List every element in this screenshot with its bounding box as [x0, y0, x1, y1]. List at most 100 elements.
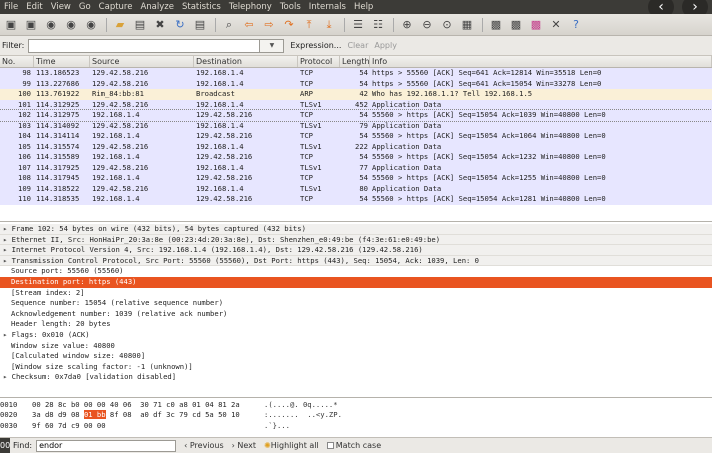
detail-row[interactable]: Frame 102: 54 bytes on wire (432 bits), … — [0, 224, 712, 235]
zoom-out-icon[interactable]: ⊖ — [418, 17, 436, 33]
go-to-packet-icon[interactable]: ↷ — [280, 17, 298, 33]
detail-row[interactable]: Ethernet II, Src: HonHaiPr_20:3a:8e (00:… — [0, 234, 712, 246]
detail-row[interactable]: Acknowledgement number: 1039 (relative a… — [0, 309, 712, 320]
filter-dropdown-icon[interactable]: ▼ — [260, 38, 285, 53]
byte-ascii[interactable]: :....... ..<y.ZP. — [264, 410, 384, 420]
table-row[interactable]: 110 114.318535 192.168.1.4 129.42.58.216 TCP… — [0, 194, 712, 205]
open-file-icon[interactable]: ▰ — [111, 17, 129, 33]
filter-input[interactable] — [28, 38, 261, 53]
detail-row[interactable]: Internet Protocol Version 4, Src: 192.16… — [0, 245, 712, 256]
reload-icon[interactable]: ↻ — [171, 17, 189, 33]
column-protocol[interactable]: Protocol — [298, 56, 340, 67]
menu-item-file[interactable]: File — [0, 2, 22, 12]
byte-hex[interactable]: 9f 60 7d c9 00 00 — [32, 421, 264, 431]
preferences-icon[interactable]: ✕ — [547, 17, 565, 33]
menu-item-help[interactable]: Help — [350, 2, 377, 12]
cell-src: 129.42.58.216 — [92, 120, 149, 130]
table-row[interactable]: 106 114.315589 192.168.1.4 129.42.58.216 TCP… — [0, 152, 712, 163]
cell-info: Application Data — [372, 120, 442, 130]
byte-ascii[interactable]: .(....@. 0q.....* — [264, 400, 384, 410]
close-file-icon[interactable]: ✖ — [151, 17, 169, 33]
menu-item-statistics[interactable]: Statistics — [178, 2, 225, 12]
table-row[interactable]: 99 113.227686 129.42.58.216 192.168.1.4 TCP 5… — [0, 78, 712, 89]
coloring-rules-icon[interactable]: ▩ — [527, 17, 545, 33]
interface-list-icon[interactable]: ▣ — [2, 17, 20, 33]
save-file-icon[interactable]: ▤ — [131, 17, 149, 33]
help-icon[interactable]: ? — [567, 17, 585, 33]
cell-len: 54 — [359, 131, 368, 140]
detail-row[interactable]: Header length: 20 bytes — [0, 319, 712, 330]
colorize-icon[interactable]: ☰ — [349, 17, 367, 33]
autoscroll-icon[interactable]: ☷ — [369, 17, 387, 33]
menu-item-view[interactable]: View — [47, 2, 75, 12]
table-row[interactable]: 102 114.312975 192.168.1.4 129.42.58.216 TCP… — [0, 109, 712, 122]
apply-button[interactable]: Apply — [374, 41, 397, 50]
detail-row[interactable]: Flags: 0x010 (ACK) — [0, 330, 712, 341]
go-first-icon[interactable]: ⤒ — [300, 17, 318, 33]
find-input[interactable] — [36, 439, 177, 452]
menu-item-go[interactable]: Go — [75, 2, 95, 12]
zoom-in-icon[interactable]: ⊕ — [398, 17, 416, 33]
menu-item-telephony[interactable]: Telephony — [225, 2, 276, 12]
packet-list-header: No. Time Source Destination Protocol Len… — [0, 56, 712, 68]
print-icon[interactable]: ▤ — [191, 17, 209, 33]
detail-row[interactable]: [Calculated window size: 40800] — [0, 351, 712, 362]
capture-filters-icon[interactable]: ▩ — [487, 17, 505, 33]
detail-row[interactable]: [Window size scaling factor: -1 (unknown… — [0, 362, 712, 373]
menu-item-capture[interactable]: Capture — [95, 2, 137, 12]
table-row[interactable]: 100 113.761922 Rim_84:bb:81 Broadcast ARP 42 W… — [0, 89, 712, 100]
detail-row[interactable]: Source port: 55560 (55560) — [0, 266, 712, 277]
cell-proto: TCP — [300, 68, 313, 77]
table-row[interactable]: 98 113.186523 129.42.58.216 192.168.1.4 TCP 5… — [0, 68, 712, 79]
byte-ascii[interactable]: .`}... — [264, 421, 384, 431]
cell-src: 129.42.58.216 — [92, 162, 149, 172]
menu-item-analyze[interactable]: Analyze — [136, 2, 178, 12]
find-packet-icon[interactable]: ⌕ — [220, 17, 238, 33]
table-row[interactable]: 104 114.314114 192.168.1.4 129.42.58.216 TCP… — [0, 131, 712, 142]
normal-size-icon[interactable]: ⊙ — [438, 17, 456, 33]
column-destination[interactable]: Destination — [194, 56, 298, 67]
start-capture-icon[interactable]: ◉ — [42, 17, 60, 33]
table-row[interactable]: 107 114.317925 129.42.58.216 192.168.1.4 TLS… — [0, 162, 712, 173]
go-back-icon[interactable]: ⇦ — [240, 17, 258, 33]
expression-button[interactable]: Expression... — [290, 41, 341, 50]
byte-hex[interactable]: 00 28 8c b0 00 00 40 06 30 71 c0 a8 01 0… — [32, 400, 264, 410]
find-counter: 00 — [0, 437, 10, 453]
table-row[interactable]: 101 114.312925 129.42.58.216 192.168.1.4 TLS… — [0, 99, 712, 110]
menu-item-tools[interactable]: Tools — [276, 2, 305, 12]
detail-row[interactable]: Transmission Control Protocol, Src Port:… — [0, 255, 712, 267]
detail-row[interactable]: Window size value: 40800 — [0, 341, 712, 352]
detail-row[interactable]: Checksum: 0x7da0 [validation disabled] — [0, 372, 712, 383]
cell-info: Application Data — [372, 141, 442, 151]
detail-row[interactable]: Sequence number: 15054 (relative sequenc… — [0, 298, 712, 309]
column-no[interactable]: No. — [0, 56, 34, 67]
go-last-icon[interactable]: ⤓ — [320, 17, 338, 33]
table-row[interactable]: 109 114.318522 129.42.58.216 192.168.1.4 TLS… — [0, 183, 712, 194]
display-filters-icon[interactable]: ▩ — [507, 17, 525, 33]
capture-options-icon[interactable]: ▣ — [22, 17, 40, 33]
byte-hex[interactable]: 3a d8 d9 08 01 bb 8f 08 a0 df 3c 79 cd 5… — [32, 410, 264, 420]
table-row[interactable]: 105 114.315574 129.42.58.216 192.168.1.4 TLS… — [0, 141, 712, 152]
highlight-all-button[interactable]: ✺Highlight all — [264, 441, 319, 450]
table-row[interactable]: 103 114.314092 129.42.58.216 192.168.1.4 TLS… — [0, 120, 712, 131]
column-length[interactable]: Length — [340, 56, 370, 67]
table-row[interactable]: 108 114.317945 192.168.1.4 129.42.58.216 TCP… — [0, 173, 712, 184]
cell-dst: 129.42.58.216 — [196, 194, 253, 203]
go-forward-icon[interactable]: ⇨ — [260, 17, 278, 33]
column-info[interactable]: Info — [370, 56, 712, 67]
cell-info: 55560 > https [ACK] Seq=15054 Ack=1255 W… — [372, 173, 606, 182]
find-previous-button[interactable]: ‹ Previous — [184, 441, 224, 450]
detail-row[interactable]: [Stream index: 2] — [0, 288, 712, 299]
column-source[interactable]: Source — [90, 56, 194, 67]
resize-columns-icon[interactable]: ▦ — [458, 17, 476, 33]
match-case-checkbox[interactable]: Match case — [326, 441, 381, 450]
column-time[interactable]: Time — [34, 56, 90, 67]
detail-row[interactable]: Destination port: https (443) — [0, 276, 712, 288]
stop-capture-icon[interactable]: ◉ — [62, 17, 80, 33]
restart-capture-icon[interactable]: ◉ — [82, 17, 100, 33]
menu-item-edit[interactable]: Edit — [22, 2, 46, 12]
clear-button[interactable]: Clear — [347, 41, 368, 50]
find-next-button[interactable]: › Next — [232, 441, 256, 450]
cell-src: 129.42.58.216 — [92, 68, 149, 77]
menu-item-internals[interactable]: Internals — [305, 2, 350, 12]
